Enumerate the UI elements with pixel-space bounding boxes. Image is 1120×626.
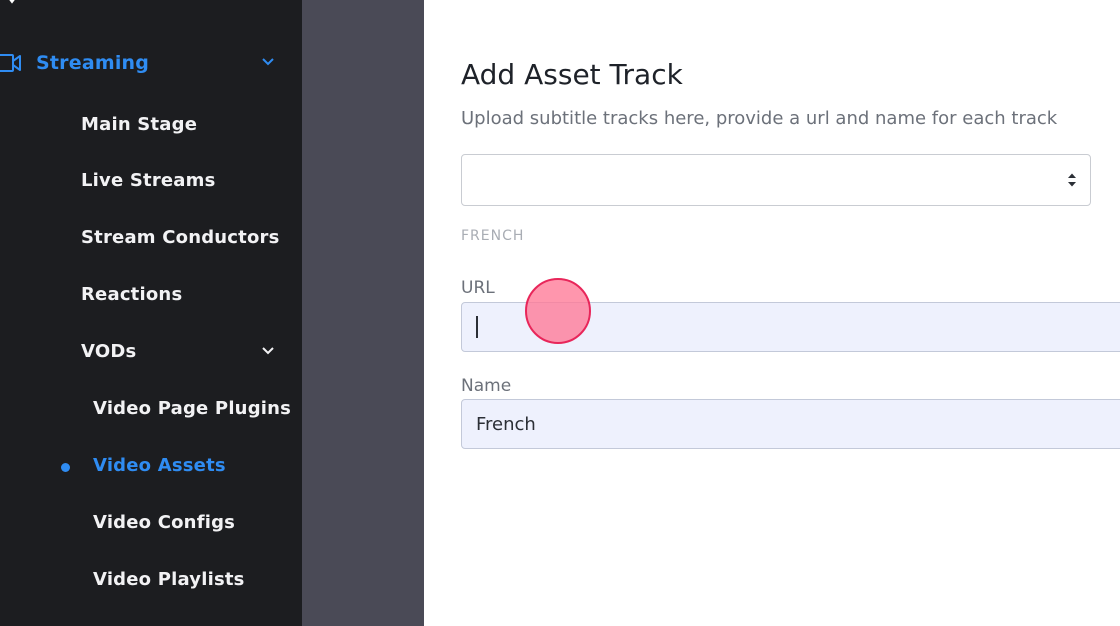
url-input[interactable] — [461, 302, 1120, 352]
video-camera-icon — [0, 54, 21, 72]
sidebar-item-vods[interactable]: VODs — [0, 331, 302, 371]
sidebar-item-label: Live Streams — [81, 170, 216, 191]
sidebar-item-label: Reactions — [81, 284, 183, 305]
sidebar-item-streaming[interactable]: Streaming — [0, 44, 302, 84]
sidebar-item-label: VODs — [81, 341, 137, 362]
select-arrows-icon — [1068, 173, 1076, 187]
add-asset-track-panel: Add Asset Track Upload subtitle tracks h… — [424, 0, 1120, 626]
sidebar-item-label: Video Page Plugins — [93, 398, 292, 419]
text-caret — [476, 316, 478, 338]
sidebar-item-video-configs[interactable]: Video Configs — [0, 502, 302, 542]
modal-backdrop[interactable] — [302, 0, 424, 626]
active-indicator-dot — [61, 463, 70, 472]
sidebar-item-label: Stream Conductors — [81, 227, 280, 248]
chevron-down-icon — [262, 58, 274, 66]
sidebar-item-label: Main Stage — [81, 114, 198, 135]
sidebar-item-stream-conductors[interactable]: Stream Conductors — [0, 217, 302, 257]
sidebar-item-label: Streaming — [36, 52, 150, 74]
sidebar-item-reactions[interactable]: Reactions — [0, 274, 302, 314]
name-input[interactable] — [461, 399, 1120, 449]
chevron-down-icon — [262, 347, 274, 355]
track-section-label: FRENCH — [461, 228, 525, 244]
sidebar-item-label: Video Configs — [93, 512, 236, 533]
sidebar: Streaming Main Stage Live Streams Stream… — [0, 0, 302, 626]
sidebar-item-label: Video Playlists — [93, 569, 245, 590]
sidebar-item-live-streams[interactable]: Live Streams — [0, 160, 302, 200]
chevron-up-icon — [9, 0, 15, 4]
panel-subtitle: Upload subtitle tracks here, provide a u… — [461, 108, 1058, 129]
sidebar-item-video-playlists[interactable]: Video Playlists — [0, 559, 302, 599]
name-label: Name — [461, 376, 512, 396]
sidebar-item-main-stage[interactable]: Main Stage — [0, 104, 302, 144]
sidebar-item-label: Video Assets — [93, 455, 226, 476]
track-language-select[interactable] — [461, 154, 1091, 206]
url-label: URL — [461, 278, 495, 298]
sidebar-item-video-assets[interactable]: Video Assets — [0, 445, 302, 485]
panel-title: Add Asset Track — [461, 58, 683, 91]
sidebar-item-video-page-plugins[interactable]: Video Page Plugins — [0, 388, 302, 428]
